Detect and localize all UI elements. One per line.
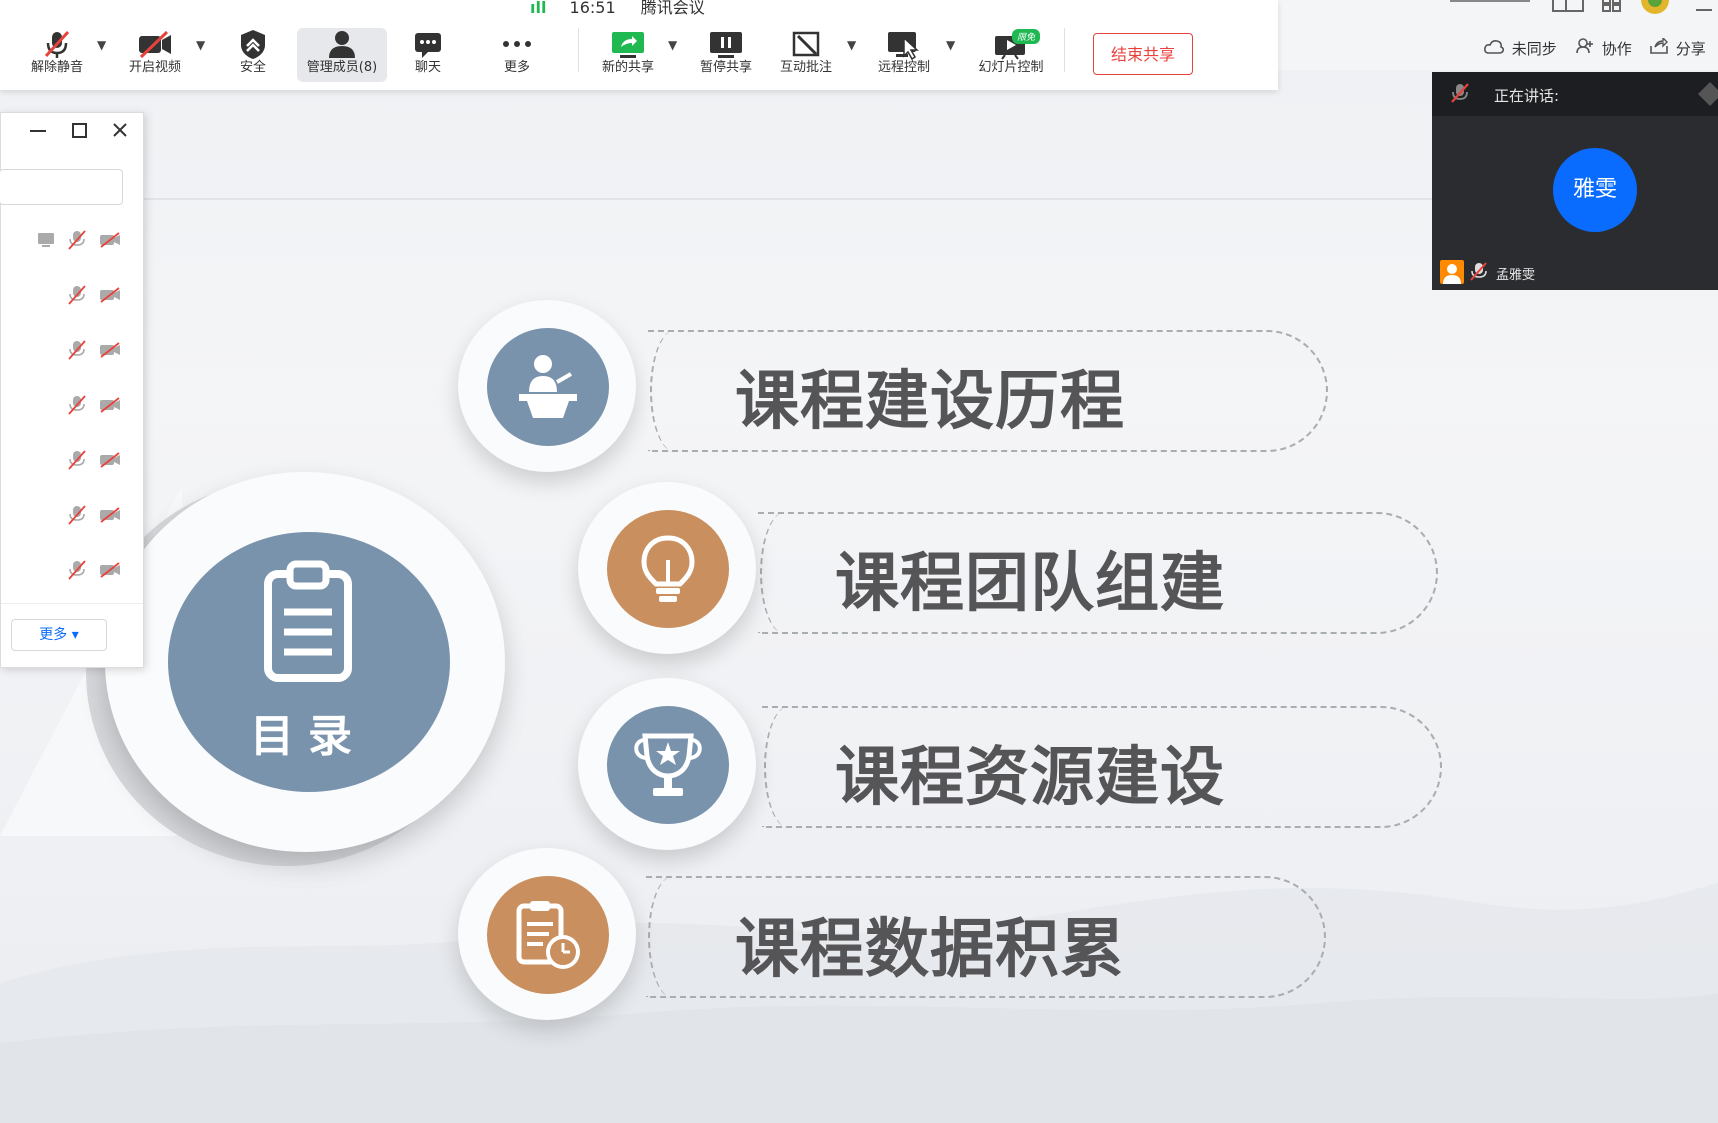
panel-divider — [1, 603, 143, 604]
camera-off-icon — [100, 341, 120, 358]
pin-icon[interactable] — [1688, 76, 1718, 112]
sync-status[interactable]: 未同步 — [1484, 38, 1557, 59]
start-video-button[interactable]: 开启视频 — [110, 28, 200, 82]
share-icon — [1650, 36, 1673, 58]
member-row[interactable] — [29, 229, 121, 250]
collaborate-icon — [1576, 38, 1599, 58]
user-icon — [1440, 260, 1464, 284]
item-text-4: 课程数据积累 — [735, 913, 1125, 987]
security-button[interactable]: 安全 — [208, 28, 298, 82]
cloud-icon — [1484, 40, 1509, 58]
member-row[interactable] — [60, 284, 121, 305]
camera-off-icon — [100, 231, 120, 248]
item-text-1: 课程建设历程 — [735, 365, 1125, 439]
minimize-icon[interactable] — [1696, 0, 1712, 17]
speaker-panel: 正在讲话: 雅雯 孟雅雯 — [1432, 72, 1718, 290]
mic-muted-icon — [68, 229, 86, 250]
mic-muted-icon — [1470, 262, 1488, 286]
signal-icon: ıll — [530, 0, 547, 17]
lightbulb-icon — [607, 510, 729, 628]
speaker-header: 正在讲话: — [1432, 72, 1718, 116]
remote-dropdown-icon[interactable]: ▼ — [946, 38, 955, 52]
user-avatar-icon[interactable] — [1640, 0, 1670, 20]
pause-icon — [681, 28, 771, 60]
member-search-input[interactable] — [0, 169, 123, 205]
close-icon[interactable] — [111, 121, 129, 144]
share-screen-icon — [583, 28, 673, 60]
mic-muted-icon — [68, 339, 86, 360]
shield-icon — [208, 28, 298, 60]
catalog-label: 目录 — [250, 711, 366, 762]
item-text-2: 课程团队组建 — [835, 547, 1225, 621]
clock-time: 16:51 — [569, 0, 616, 17]
mic-muted-icon — [68, 559, 86, 580]
member-row[interactable] — [60, 394, 121, 415]
members-more-button[interactable]: 更多 ▾ — [11, 619, 107, 651]
trophy-icon — [607, 706, 729, 824]
item-arc-4 — [648, 876, 698, 998]
member-row[interactable] — [60, 339, 121, 360]
new-share-button[interactable]: 新的共享 — [583, 28, 673, 82]
item-text-3: 课程资源建设 — [835, 741, 1225, 815]
member-row[interactable] — [60, 504, 121, 525]
members-icon — [297, 28, 387, 60]
item-arc-2 — [760, 512, 810, 634]
item-arc-3 — [764, 706, 814, 828]
toolbar-separator — [578, 28, 579, 72]
more-button[interactable]: 更多 — [472, 28, 562, 82]
clipboard-icon — [262, 560, 354, 688]
unmute-dropdown-icon[interactable]: ▼ — [97, 38, 106, 52]
camera-off-icon — [110, 28, 200, 60]
manage-members-button[interactable]: 管理成员(8) — [297, 28, 387, 82]
unmute-button[interactable]: 解除静音 — [12, 28, 102, 82]
lecturer-podium-icon — [487, 328, 609, 446]
annotate-icon — [761, 28, 851, 60]
camera-off-icon — [100, 451, 120, 468]
annotate-dropdown-icon[interactable]: ▼ — [847, 38, 856, 52]
slide-control-button[interactable]: 幻灯片控制 — [963, 28, 1059, 82]
chat-icon — [383, 28, 473, 60]
mic-muted-icon — [68, 504, 86, 525]
mic-muted-icon — [68, 449, 86, 470]
layout-icon[interactable] — [1552, 0, 1584, 18]
slideshow-icon — [963, 28, 1059, 60]
clipboard-timer-icon — [487, 876, 609, 994]
top-edge-line — [1450, 0, 1530, 2]
mic-muted-icon — [68, 394, 86, 415]
grid-view-icon[interactable] — [1602, 0, 1622, 16]
share-button[interactable]: 分享 — [1650, 36, 1706, 59]
window-status: ıll 16:51 腾讯会议 — [530, 0, 705, 18]
mic-muted-icon — [1450, 82, 1470, 108]
maximize-icon[interactable] — [71, 121, 89, 144]
member-row[interactable] — [60, 449, 121, 470]
minimize-icon[interactable] — [29, 121, 47, 144]
video-dropdown-icon[interactable]: ▼ — [196, 38, 205, 52]
speaker-name: 孟雅雯 — [1496, 268, 1536, 283]
meeting-toolbar: ıll 16:51 腾讯会议 解除静音 ▼ 开启视频 ▼ 安全 管理成员(8) … — [0, 0, 1278, 90]
camera-off-icon — [100, 561, 120, 578]
camera-off-icon — [100, 286, 120, 303]
member-row[interactable] — [60, 559, 121, 580]
mic-muted-icon — [12, 28, 102, 60]
chat-button[interactable]: 聊天 — [383, 28, 473, 82]
speaker-avatar: 雅雯 — [1553, 148, 1637, 232]
item-arc-1 — [650, 330, 700, 452]
camera-off-icon — [100, 506, 120, 523]
mic-muted-icon — [68, 284, 86, 305]
members-panel: 更多 ▾ — [0, 112, 144, 668]
speaking-label: 正在讲话: — [1494, 87, 1560, 105]
free-badge: 限免 — [1012, 29, 1041, 44]
app-title: 腾讯会议 — [640, 0, 705, 17]
remote-control-button[interactable]: 远程控制 — [859, 28, 949, 82]
annotate-button[interactable]: 互动批注 — [761, 28, 851, 82]
remote-control-icon — [859, 28, 949, 60]
collaborate-button[interactable]: 协作 — [1576, 38, 1632, 59]
camera-off-icon — [100, 396, 120, 413]
screen-share-icon — [37, 232, 54, 247]
end-share-button[interactable]: 结束共享 — [1093, 33, 1193, 75]
more-dots-icon — [472, 28, 562, 60]
toolbar-separator — [1064, 28, 1065, 72]
share-dropdown-icon[interactable]: ▼ — [668, 38, 677, 52]
pause-share-button[interactable]: 暂停共享 — [681, 28, 771, 82]
